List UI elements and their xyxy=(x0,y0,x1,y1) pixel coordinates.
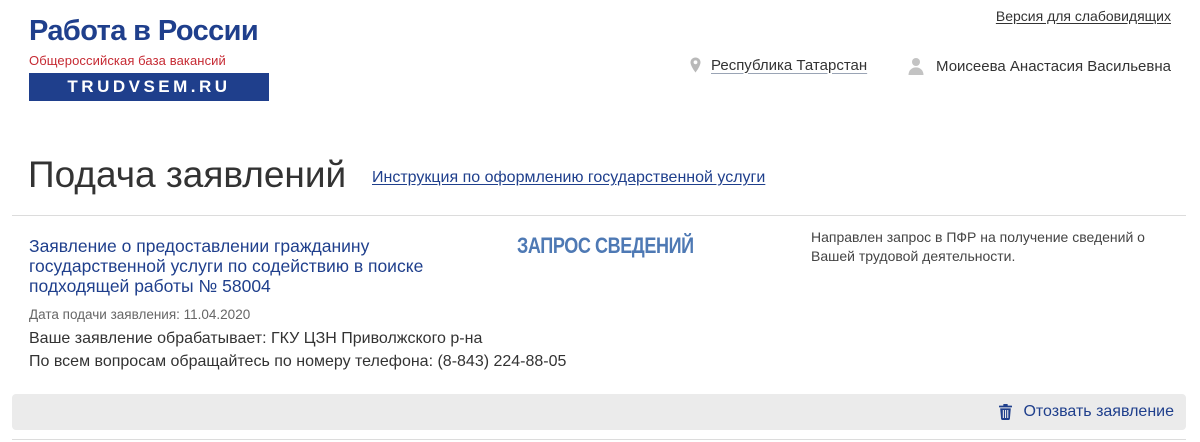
logo-title: Работа в России xyxy=(29,15,259,47)
status-badge: ЗАПРОС СВЕДЕНИЙ xyxy=(517,233,694,258)
location-pin-icon xyxy=(690,57,701,73)
region-label: Республика Татарстан xyxy=(711,56,868,74)
withdraw-application-button[interactable]: Отозвать заявление xyxy=(999,394,1174,430)
divider xyxy=(12,215,1186,216)
instructions-link[interactable]: Инструкция по оформлению государственной… xyxy=(372,169,765,187)
region-selector[interactable]: Республика Татарстан xyxy=(690,55,867,75)
withdraw-application-label: Отозвать заявление xyxy=(1023,403,1174,420)
trash-icon xyxy=(999,404,1013,420)
logo-subtitle: Общероссийская база вакансий xyxy=(29,53,226,68)
user-icon xyxy=(908,57,924,75)
contact-phone: По всем вопросам обращайтесь по номеру т… xyxy=(29,353,567,370)
site-logo[interactable]: Работа в России Общероссийская база вака… xyxy=(29,14,271,101)
logo-domain: TRUDVSEM.RU xyxy=(29,73,269,101)
application-title-link[interactable]: Заявление о предоставлении гражданину го… xyxy=(29,236,469,296)
page-title: Подача заявлений xyxy=(28,154,347,195)
submit-date: Дата подачи заявления: 11.04.2020 xyxy=(29,307,251,322)
processing-organization: Ваше заявление обрабатывает: ГКУ ЦЗН При… xyxy=(29,330,483,347)
accessibility-version-link[interactable]: Версия для слабовидящих xyxy=(996,8,1171,24)
status-description: Направлен запрос в ПФР на получение свед… xyxy=(811,229,1145,264)
application-actions-bar: Отозвать заявление xyxy=(12,394,1186,430)
user-name: Моисеева Анастасия Васильевна xyxy=(936,57,1171,75)
user-profile-menu[interactable]: Моисеева Анастасия Васильевна xyxy=(908,55,1171,77)
divider xyxy=(12,439,1186,440)
